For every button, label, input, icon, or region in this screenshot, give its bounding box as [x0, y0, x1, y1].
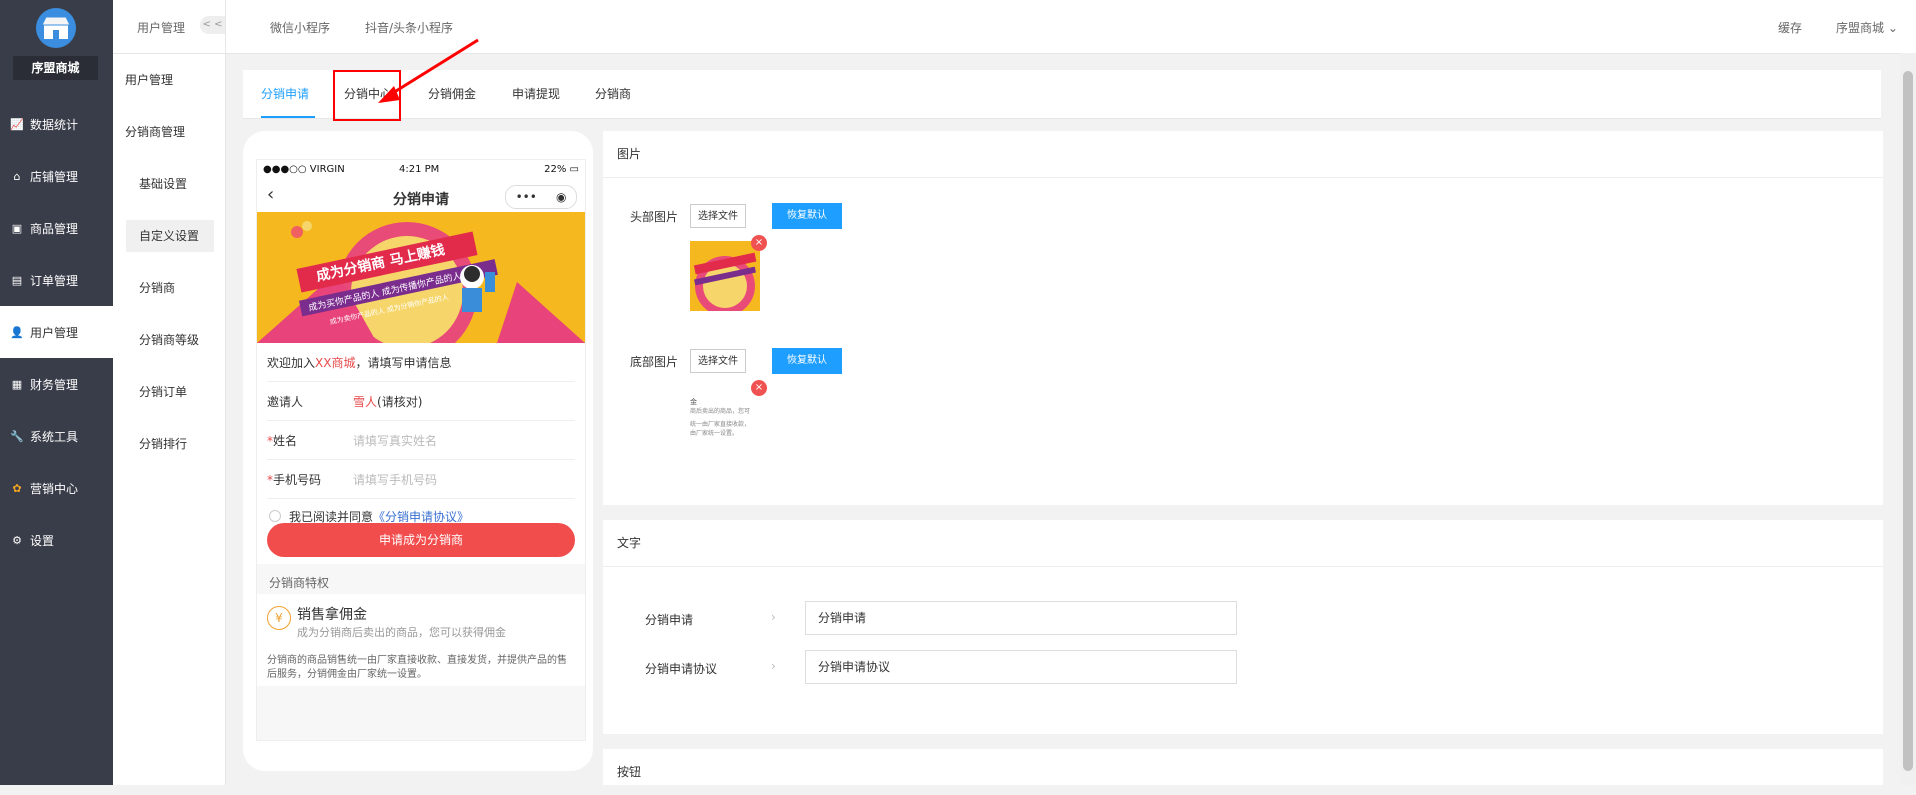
annotation-arrow-icon — [378, 38, 479, 103]
